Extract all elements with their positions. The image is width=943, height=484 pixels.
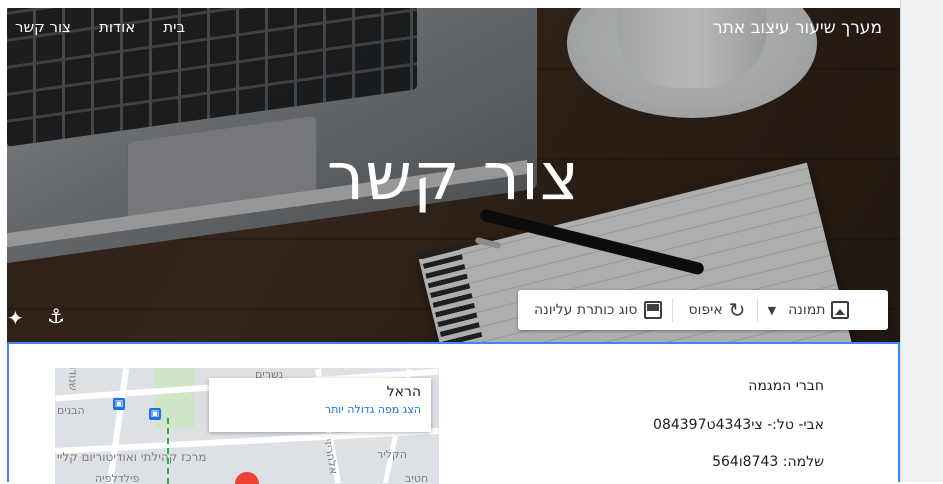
top-nav: מערך שיעור עיצוב אתר צור קשר אודות בית	[7, 8, 900, 48]
nav-link-home[interactable]: בית	[163, 18, 185, 36]
map-park	[155, 368, 195, 428]
map-label-banim: הבנים	[57, 404, 85, 417]
header-type-icon	[643, 301, 662, 319]
image-button[interactable]: ▼ תמונה	[758, 290, 860, 330]
image-icon	[831, 301, 850, 319]
header-type-button[interactable]: סוג כותרת עליונה	[518, 290, 672, 330]
map-label-street-b: הקליר	[377, 448, 407, 461]
member-line-2: שלמה: 8743ו564	[712, 454, 824, 470]
site-title[interactable]: מערך שיעור עיצוב אתר	[713, 18, 882, 38]
left-edge	[0, 0, 7, 482]
map-place-card: הראל הצג מפה גדולה יותר	[209, 378, 431, 432]
map-label-street-e: שנודו	[66, 368, 80, 391]
nav-links: צור קשר אודות בית	[15, 18, 185, 36]
nav-link-contact[interactable]: צור קשר	[15, 18, 71, 36]
image-label: תמונה	[788, 302, 826, 318]
reset-button[interactable]: איפוס ↻	[673, 290, 757, 330]
page-title: צור קשר	[326, 138, 581, 215]
reset-icon: ↻	[728, 298, 746, 322]
map-label-street-c: חטיב	[405, 472, 429, 484]
members-heading: חברי המגמה	[748, 378, 824, 394]
content-section[interactable]: חברי המגמה אבי- טל:- צי4343ט084397 שלמה:…	[7, 342, 900, 484]
map-label-philadelphia: פילדלפיה	[95, 472, 140, 484]
nav-link-about[interactable]: אודות	[99, 18, 135, 36]
sparkle-icon[interactable]: ✦	[7, 306, 24, 330]
map-label-community: מרכז קהילתי ואודיטוריום קליי	[57, 450, 207, 464]
larger-map-link[interactable]: הצג מפה גדולה יותר	[219, 403, 421, 416]
editor-side-gutter	[900, 0, 943, 482]
page: צור קשר ✦ ⚓ מערך שיעור עיצוב אתר צור קשר…	[0, 0, 943, 484]
anchor-icon[interactable]: ⚓	[47, 304, 65, 328]
map-place-title: הראל	[386, 384, 421, 400]
bus-stop-icon[interactable]: ▣	[113, 398, 125, 410]
reset-label: איפוס	[688, 302, 723, 318]
header-toolbar: סוג כותרת עליונה איפוס ↻ ▼ תמונה	[518, 290, 888, 330]
top-strip	[0, 0, 900, 8]
member-line-1: אבי- טל:- צי4343ט084397	[653, 417, 824, 433]
map-embed[interactable]: הבנים שנודו מרכז קהילתי ואודיטוריום קליי…	[55, 368, 439, 484]
header-type-label: סוג כותרת עליונה	[534, 302, 638, 318]
chevron-down-icon: ▼	[767, 303, 777, 317]
bus-stop-icon[interactable]: ▣	[149, 408, 161, 420]
